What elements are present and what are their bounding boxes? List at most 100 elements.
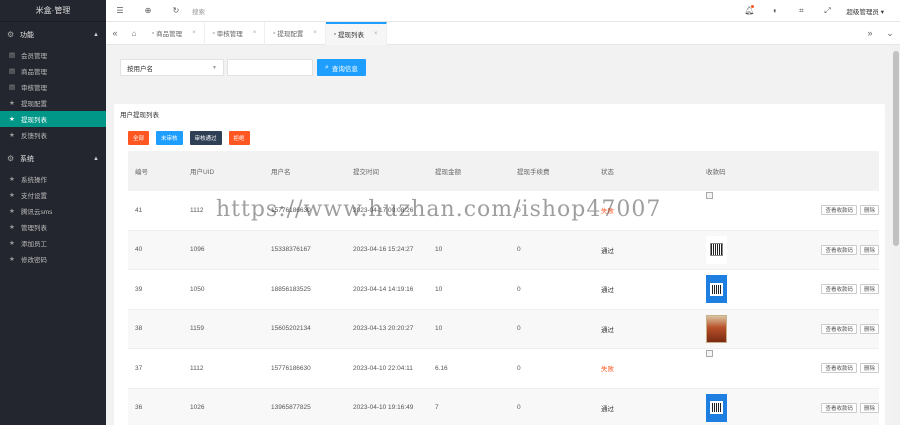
table-row: 40 1096 15338376167 2023-04-16 15:24:27 10 0 通… xyxy=(128,230,879,270)
cell-amount: 7 xyxy=(435,404,439,412)
delete-button[interactable]: 删除 xyxy=(859,402,879,413)
close-icon[interactable]: × xyxy=(374,31,378,37)
filter-all-button[interactable]: 全部 xyxy=(128,131,150,145)
cell-username: 15338376167 xyxy=(271,246,311,254)
cell-time: 2023-04-10 22:04:11 xyxy=(353,364,413,372)
tab-review[interactable]: ▫ 审核管理 × xyxy=(205,21,266,45)
fullscreen-icon[interactable]: ⤢ xyxy=(814,6,840,16)
cell-qr xyxy=(699,235,783,264)
caret-up-icon: ▲ xyxy=(93,155,99,162)
sidebar-group-label: 功能 xyxy=(20,31,34,39)
globe-icon[interactable]: ⊕ xyxy=(134,6,162,15)
sidebar-item-system-ops[interactable]: ★ 系统操作 xyxy=(0,171,106,187)
view-qr-button[interactable]: 查看收款码 xyxy=(821,323,857,334)
view-qr-button[interactable]: 查看收款码 xyxy=(821,363,857,374)
sidebar-item-feedback[interactable]: ★ 反馈列表 xyxy=(0,127,106,143)
tab-withdraw-config[interactable]: ▫ 提现配置 × xyxy=(265,21,326,45)
menu-toggle-icon[interactable]: ☰ xyxy=(106,6,134,15)
sidebar-item-label: 修改密码 xyxy=(21,257,47,264)
cell-actions: 查看收款码 删除 xyxy=(783,323,879,334)
sidebar-group-function[interactable]: ⚙ 功能 ▲ xyxy=(0,22,106,47)
table-header: 编号 用户UID 用户名 提交时间 提现金额 提现手续费 状态 收款码 xyxy=(128,151,879,191)
chevron-down-icon[interactable]: ⌄ xyxy=(880,28,900,39)
tag-icon[interactable]: ⌗ xyxy=(788,6,814,16)
calendar-icon: ▤ xyxy=(9,67,16,75)
column-header: 编号 xyxy=(135,169,148,176)
view-qr-button[interactable]: 查看收款码 xyxy=(821,402,857,413)
cell-fee: 0 xyxy=(517,285,521,293)
select-value: 按用户名 xyxy=(127,65,153,73)
cell-fee: 0 xyxy=(517,364,521,372)
filter-passed-button[interactable]: 审核通过 xyxy=(189,131,222,145)
bell-icon[interactable]: 🔔︎ xyxy=(736,5,762,15)
table-row: 36 1026 13965877825 2023-04-10 19:16:49 7 0 通过… xyxy=(128,388,879,425)
close-icon[interactable]: × xyxy=(192,30,196,36)
withdraw-table: 编号 用户UID 用户名 提交时间 提现金额 提现手续费 状态 收款码 41 11… xyxy=(128,151,879,425)
refresh-icon[interactable]: ↻ xyxy=(162,6,190,15)
cell-actions: 查看收款码 删除 xyxy=(783,402,879,413)
qr-pattern xyxy=(710,243,723,257)
sidebar-item-label: 提现列表 xyxy=(21,117,47,124)
search-input[interactable]: 搜索 xyxy=(192,6,205,16)
sidebar-item-review[interactable]: ▤ 审核管理 xyxy=(0,79,106,95)
delete-button[interactable]: 删除 xyxy=(859,205,879,216)
sidebar-item-payment[interactable]: ★ 支付设置 xyxy=(0,187,106,203)
view-qr-button[interactable]: 查看收款码 xyxy=(821,244,857,255)
sidebar-item-products[interactable]: ▤ 商品管理 xyxy=(0,63,106,79)
cell-actions: 查看收款码 删除 xyxy=(783,205,879,216)
cell-id: 37 xyxy=(135,364,143,372)
delete-button[interactable]: 删除 xyxy=(859,284,879,295)
column-header: 用户名 xyxy=(271,169,291,176)
sidebar-item-add-staff[interactable]: ★ 添加员工 xyxy=(0,235,106,251)
sidebar-item-admin-list[interactable]: ★ 管理列表 xyxy=(0,219,106,235)
cell-time: 2023-04-16 15:24:27 xyxy=(353,246,414,254)
sidebar-item-members[interactable]: ▤ 会员管理 xyxy=(0,47,106,63)
tab-label: 提现配置 xyxy=(277,31,304,38)
sidebar-item-sms[interactable]: ★ 腾讯云sms xyxy=(0,203,106,219)
sidebar-group-system[interactable]: ⚙ 系统 ▲ xyxy=(0,146,106,171)
column-header: 收款码 xyxy=(706,169,726,176)
tabs-scroll-right-icon[interactable]: » xyxy=(860,28,880,39)
sidebar-item-change-password[interactable]: ★ 修改密码 xyxy=(0,251,106,267)
cell-username: 15605202134 xyxy=(271,325,311,333)
cell-fee: 0 xyxy=(517,325,521,333)
query-button[interactable]: ⌕ 查询信息 xyxy=(317,59,366,76)
sidebar-item-withdraw-list[interactable]: ★ 提现列表 xyxy=(0,111,106,127)
scrollbar-thumb[interactable] xyxy=(893,51,899,246)
tabs-scroll-left-icon[interactable]: « xyxy=(106,28,124,38)
delete-button[interactable]: 删除 xyxy=(859,323,879,334)
theme-icon[interactable]: ◐ xyxy=(762,6,788,15)
cell-actions: 查看收款码 删除 xyxy=(783,363,879,374)
close-icon[interactable]: × xyxy=(253,30,257,36)
tab-bar: « ⌂ ▫ 商品管理 × ▫ 审核管理 × ▫ 提现配置 × ▫ 提现列表 × » ⌄ xyxy=(106,21,900,45)
tab-products[interactable]: ▫ 商品管理 × xyxy=(144,21,205,45)
qr-code-image xyxy=(706,275,727,304)
qr-pattern xyxy=(710,282,723,296)
filter-pending-button[interactable]: 未审核 xyxy=(156,131,183,145)
view-qr-button[interactable]: 查看收款码 xyxy=(821,205,857,216)
sidebar-item-label: 反馈列表 xyxy=(21,133,47,140)
search-input[interactable] xyxy=(227,59,313,76)
qr-code-image xyxy=(706,235,727,264)
page-scrollbar[interactable] xyxy=(892,45,900,425)
filter-rejected-button[interactable]: 拒绝 xyxy=(228,131,250,145)
view-qr-button[interactable]: 查看收款码 xyxy=(821,284,857,295)
cell-id: 38 xyxy=(135,325,143,333)
admin-menu[interactable]: 超级管理员 ▾ xyxy=(840,6,900,16)
close-icon[interactable]: × xyxy=(313,30,317,36)
qr-pattern xyxy=(710,401,723,415)
star-icon: ★ xyxy=(9,255,15,263)
sidebar-item-label: 会员管理 xyxy=(21,53,47,60)
sidebar-item-label: 商品管理 xyxy=(21,69,47,76)
filter-row: 按用户名 ▼ ⌕ 查询信息 xyxy=(120,59,366,76)
delete-button[interactable]: 删除 xyxy=(859,363,879,374)
search-type-select[interactable]: 按用户名 ▼ xyxy=(120,59,224,76)
delete-button[interactable]: 删除 xyxy=(859,244,879,255)
sidebar-item-withdraw-config[interactable]: ★ 提现配置 xyxy=(0,95,106,111)
cell-qr xyxy=(699,275,783,304)
query-button-label: 查询信息 xyxy=(331,65,358,73)
tab-withdraw-list[interactable]: ▫ 提现列表 × xyxy=(325,21,387,45)
home-icon[interactable]: ⌂ xyxy=(124,29,144,38)
sidebar-item-label: 管理列表 xyxy=(21,225,47,232)
cell-time: 2023-04-14 14:19:16 xyxy=(353,285,414,293)
